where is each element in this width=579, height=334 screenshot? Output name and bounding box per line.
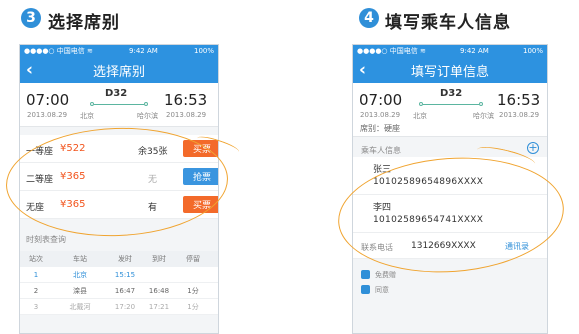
train-number: D32 — [440, 88, 463, 99]
table-cell: 17:21 — [148, 302, 170, 311]
route-end-dot — [479, 102, 483, 106]
nav-title: 选择席别 — [92, 64, 145, 80]
agree-label: 同意 — [375, 285, 389, 294]
arrive-date: 2013.08.29 — [499, 111, 540, 119]
nav-title: 填写订单信息 — [410, 64, 489, 80]
status-bar: ●●●●○ 中国电信 ≋ 9:42 AM 100% — [353, 45, 547, 57]
carrier-signal: ●●●●○ 中国电信 ≋ — [24, 47, 93, 55]
route-end-dot — [144, 102, 148, 106]
table-cell: 北京 — [73, 270, 87, 279]
nav-bar: ‹ 选择席别 — [20, 57, 218, 83]
col-header: 发时 — [118, 255, 132, 263]
depart-date: 2013.08.29 — [360, 111, 401, 119]
table-cell: 16:47 — [114, 286, 136, 295]
train-info-card: 07:00 2013.08.29 D32 北京 哈尔滨 16:53 2013.0… — [20, 83, 218, 127]
seat-class-info: 席别：硬座 — [360, 124, 400, 133]
step-title: 填写乘车人信息 — [385, 13, 511, 33]
add-passenger-icon[interactable]: + — [527, 142, 539, 154]
train-info-card: 07:00 2013.08.29 D32 北京 哈尔滨 16:53 2013.0… — [353, 83, 547, 137]
schedule-label[interactable]: 时刻表查询 — [26, 235, 66, 244]
schedule-table-header: 站次 车站 发时 到时 停留 — [20, 251, 218, 267]
carrier-signal: ●●●●○ 中国电信 ≋ — [357, 47, 426, 55]
free-gift-checkbox[interactable] — [361, 270, 370, 279]
col-header: 到时 — [152, 255, 166, 263]
depart-time: 07:00 — [26, 91, 70, 109]
table-cell: 17:20 — [114, 302, 136, 311]
nav-bar: ‹ 填写订单信息 — [353, 57, 547, 83]
step-title: 选择席别 — [48, 13, 120, 33]
battery-level: 100% — [522, 47, 543, 55]
table-cell: 1 — [33, 270, 39, 279]
from-station: 北京 — [413, 112, 427, 120]
table-cell: 滦县 — [73, 286, 87, 295]
route-line — [94, 104, 144, 105]
table-cell: 16:48 — [148, 286, 170, 295]
route-line — [423, 104, 479, 105]
table-cell: 2 — [33, 286, 39, 295]
table-cell: 北戴河 — [69, 302, 91, 311]
step-number-badge: 3 — [21, 8, 41, 28]
col-header: 站次 — [29, 255, 43, 263]
table-cell: 1分 — [187, 302, 199, 311]
table-row: 2 滦县 16:47 16:48 1分 — [20, 283, 218, 299]
to-station: 哈尔滨 — [473, 112, 494, 120]
status-time: 9:42 AM — [129, 47, 158, 55]
status-time: 9:42 AM — [460, 47, 489, 55]
back-arrow-icon[interactable]: ‹ — [359, 60, 366, 80]
passenger-label: 乘车人信息 — [361, 146, 401, 155]
table-row: 3 北戴河 17:20 17:21 1分 — [20, 299, 218, 315]
check-row: 同意 — [353, 282, 547, 297]
table-cell: 1分 — [187, 286, 199, 295]
depart-time: 07:00 — [359, 91, 403, 109]
back-arrow-icon[interactable]: ‹ — [26, 60, 33, 80]
table-cell: 3 — [33, 302, 39, 311]
col-header: 车站 — [73, 255, 87, 263]
train-number: D32 — [105, 88, 128, 99]
agree-checkbox[interactable] — [361, 285, 370, 294]
col-header: 停留 — [186, 255, 200, 263]
arrive-time: 16:53 — [164, 91, 208, 109]
to-station: 哈尔滨 — [137, 112, 158, 120]
battery-level: 100% — [193, 47, 214, 55]
step-number-badge: 4 — [359, 8, 379, 28]
arrive-time: 16:53 — [497, 91, 541, 109]
table-cell: 15:15 — [114, 270, 136, 279]
table-row: 1 北京 15:15 — [20, 267, 218, 283]
free-gift-label: 免费赠 — [375, 270, 396, 279]
arrive-date: 2013.08.29 — [166, 111, 207, 119]
depart-date: 2013.08.29 — [27, 111, 68, 119]
status-bar: ●●●●○ 中国电信 ≋ 9:42 AM 100% — [20, 45, 218, 57]
from-station: 北京 — [80, 112, 94, 120]
